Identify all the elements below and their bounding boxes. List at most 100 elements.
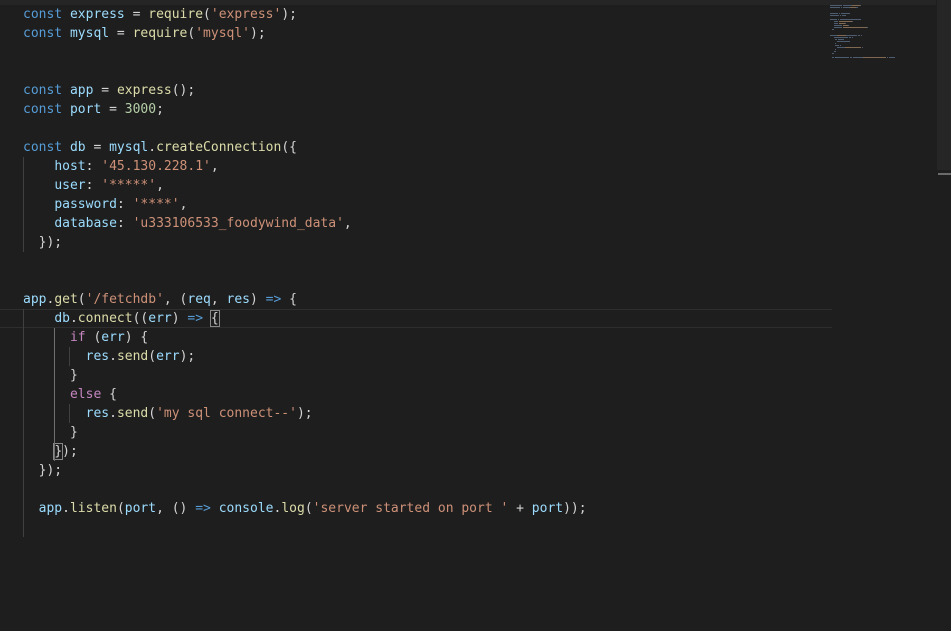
code-token: const xyxy=(23,83,63,98)
code-line[interactable] xyxy=(0,119,832,138)
code-token: = xyxy=(101,102,125,117)
code-line[interactable]: }); xyxy=(0,461,832,480)
scrollbar-thumb[interactable] xyxy=(937,0,951,170)
minimap-line xyxy=(835,45,839,46)
code-editor[interactable]: const express = require('express'); const… xyxy=(0,0,951,631)
minimap-line xyxy=(830,5,835,6)
indent-guide xyxy=(69,404,70,423)
code-token: const xyxy=(23,26,63,41)
code-line[interactable]: else { xyxy=(0,385,832,404)
code-token: log xyxy=(281,501,305,516)
minimap[interactable] xyxy=(830,5,930,65)
code-token: , ( xyxy=(163,292,188,307)
minimap-line xyxy=(830,13,835,14)
code-line[interactable]: if (err) { xyxy=(0,328,832,347)
code-line[interactable]: password: '****', xyxy=(0,195,832,214)
minimap-line xyxy=(866,27,868,28)
code-line[interactable]: const mysql = require('mysql'); xyxy=(0,24,832,43)
code-token: require xyxy=(132,26,188,41)
code-line[interactable] xyxy=(0,480,832,499)
minimap-line xyxy=(863,57,886,58)
minimap-line xyxy=(835,49,837,50)
code-line[interactable]: const app = express(); xyxy=(0,81,832,100)
code-token: ); xyxy=(296,406,313,421)
code-token: const xyxy=(23,7,63,22)
code-line[interactable]: res.send(err); xyxy=(0,347,832,366)
minimap-line xyxy=(847,13,850,14)
code-token: app xyxy=(23,292,47,307)
minimap-line xyxy=(835,19,838,20)
code-token: , xyxy=(210,159,219,174)
code-line[interactable]: const express = require('express'); xyxy=(0,5,832,24)
code-line[interactable]: app.listen(port, () => console.log('serv… xyxy=(0,499,832,518)
minimap-line xyxy=(856,7,858,8)
minimap-line xyxy=(835,43,837,44)
code-token: => xyxy=(265,292,282,307)
code-line[interactable]: }); xyxy=(0,442,832,461)
code-line[interactable] xyxy=(0,62,832,81)
code-token: => xyxy=(187,311,204,326)
minimap-line xyxy=(848,41,850,42)
code-token: '*****' xyxy=(101,178,157,193)
minimap-line xyxy=(835,5,842,6)
code-line[interactable]: app.get('/fetchdb', (req, res) => { xyxy=(0,290,832,309)
code-token: app xyxy=(69,83,94,98)
code-token: { xyxy=(101,387,117,402)
code-area[interactable]: const express = require('express'); const… xyxy=(0,5,832,537)
code-line[interactable]: user: '*****', xyxy=(0,176,832,195)
code-token: 'express' xyxy=(210,7,282,22)
code-token: err xyxy=(156,349,180,364)
code-line[interactable] xyxy=(0,271,832,290)
code-token: req xyxy=(187,292,211,307)
code-token: + xyxy=(508,501,532,516)
code-line[interactable]: } xyxy=(0,366,832,385)
code-token: , xyxy=(343,216,352,231)
minimap-line xyxy=(861,47,864,48)
code-token: 'my sql connect--' xyxy=(156,406,297,421)
minimap-line xyxy=(833,27,841,28)
minimap-line xyxy=(848,37,851,38)
code-token: '45.130.228.1' xyxy=(101,159,211,174)
code-line[interactable]: db.connect((err) => { xyxy=(0,309,832,328)
code-token: else xyxy=(69,387,102,402)
code-line[interactable] xyxy=(0,43,832,62)
minimap-line xyxy=(859,19,862,20)
code-line[interactable]: host: '45.130.228.1', xyxy=(0,157,832,176)
minimap-line xyxy=(857,35,860,36)
code-token: ) xyxy=(171,311,188,326)
code-token: }); xyxy=(23,463,63,478)
code-line[interactable]: res.send('my sql connect--'); xyxy=(0,404,832,423)
code-token: ); xyxy=(250,26,266,41)
code-token: ); xyxy=(62,444,78,459)
code-line[interactable]: const port = 3000; xyxy=(0,100,832,119)
code-token: const xyxy=(23,140,63,155)
code-line[interactable]: database: 'u333106533_foodywind_data', xyxy=(0,214,832,233)
code-token: = xyxy=(109,26,133,41)
code-line[interactable]: const db = mysql.createConnection({ xyxy=(0,138,832,157)
overview-ruler-cursor-mark xyxy=(938,173,951,175)
code-token: db xyxy=(69,140,86,155)
code-token: } xyxy=(23,368,78,383)
code-token: send xyxy=(116,349,149,364)
code-token: ( xyxy=(148,406,157,421)
code-line[interactable]: }); xyxy=(0,233,832,252)
code-token: send xyxy=(116,406,149,421)
code-token: app xyxy=(38,501,63,516)
code-token: . xyxy=(148,140,157,155)
minimap-line xyxy=(848,25,849,26)
code-token: mysql xyxy=(69,26,110,41)
code-token: ( xyxy=(85,330,102,345)
code-line[interactable]: } xyxy=(0,423,832,442)
code-line[interactable] xyxy=(0,518,832,537)
code-token: . xyxy=(62,501,70,516)
code-line[interactable] xyxy=(0,252,832,271)
indent-guide xyxy=(23,309,24,537)
